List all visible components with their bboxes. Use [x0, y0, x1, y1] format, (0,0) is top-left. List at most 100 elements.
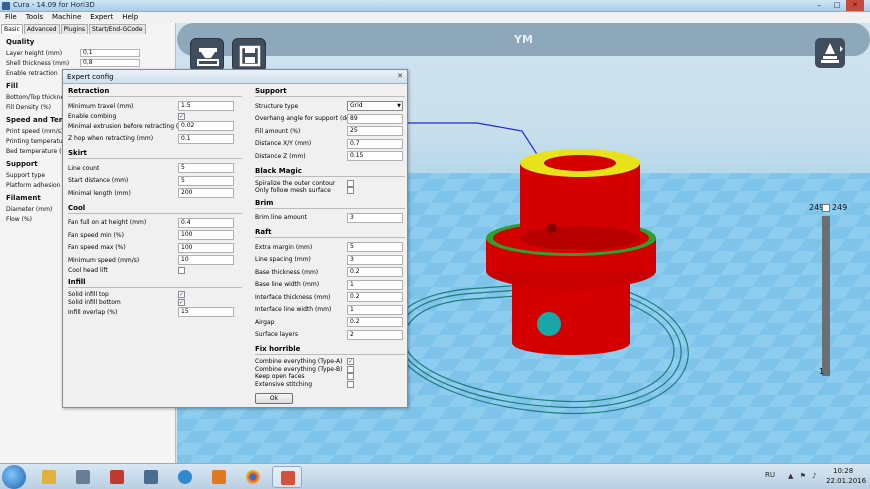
setting-label: Brim line amount	[255, 214, 307, 222]
extra-margin-input[interactable]: 5	[347, 242, 403, 253]
min-extrusion-input[interactable]: 0.02	[178, 121, 234, 132]
distance-xy-input[interactable]: 0,7	[347, 138, 403, 149]
maximize-button[interactable]: □	[828, 0, 846, 11]
layer-height-input[interactable]: 0,1	[80, 49, 140, 57]
close-window-button[interactable]: ✕	[846, 0, 864, 11]
setting-row: Combine everything (Type-A) ✓	[255, 358, 405, 366]
infill-overlap-input[interactable]: 15	[178, 307, 234, 318]
extensive-stitching-checkbox[interactable]	[347, 380, 354, 388]
setting-row: Base thickness (mm) 0.2	[255, 266, 405, 279]
setting-row: Distance X/Y (mm) 0,7	[255, 138, 405, 151]
spiralize-checkbox[interactable]	[347, 179, 354, 187]
setting-row: Brim line amount 3	[255, 212, 405, 225]
interface-line-width-input[interactable]: 1	[347, 304, 403, 315]
setting-label: Spiralize the outer contour	[255, 179, 336, 187]
section-fix-horrible: Fix horrible Combine everything (Type-A)…	[255, 344, 405, 388]
section-title: Support	[255, 86, 405, 97]
setting-row: Fan speed min (%) 100	[68, 229, 242, 242]
structure-type-value: Grid	[350, 102, 363, 110]
setting-label: Interface thickness (mm)	[255, 293, 331, 301]
only-mesh-surface-checkbox[interactable]	[347, 187, 354, 195]
language-indicator[interactable]: RU	[765, 471, 775, 479]
menu-help[interactable]: Help	[122, 12, 138, 23]
setting-row: Interface line width (mm) 1	[255, 304, 405, 317]
setting-label: Combine everything (Type-B)	[255, 365, 343, 373]
setting-row: Minimal extrusion before retracting (mm)…	[68, 120, 242, 133]
menu-expert[interactable]: Expert	[90, 12, 113, 23]
menu-file[interactable]: File	[5, 12, 17, 23]
setting-row: Surface layers 2	[255, 329, 405, 342]
taskbar-app-3[interactable]	[102, 466, 132, 488]
taskbar-app-5[interactable]	[170, 466, 200, 488]
setting-label: Overhang angle for support (deg)	[255, 115, 356, 123]
line-spacing-input[interactable]: 3	[347, 254, 403, 265]
start-button[interactable]	[2, 465, 26, 489]
surface-layers-input[interactable]: 2	[347, 329, 403, 340]
clock-time[interactable]: 10:28	[833, 467, 853, 475]
base-line-width-input[interactable]: 1	[347, 279, 403, 290]
solid-infill-bottom-checkbox[interactable]: ✓	[178, 298, 185, 306]
section-title: Infill	[68, 277, 242, 288]
setting-label: Fill amount (%)	[255, 127, 301, 135]
setting-row: Base line width (mm) 1	[255, 279, 405, 292]
menu-machine[interactable]: Machine	[52, 12, 81, 23]
distance-z-input[interactable]: 0.15	[347, 151, 403, 162]
taskbar-chrome[interactable]	[238, 466, 268, 488]
keep-open-faces-checkbox[interactable]	[347, 373, 354, 381]
fan-full-height-input[interactable]: 0.4	[178, 217, 234, 228]
taskbar-app-2[interactable]	[68, 466, 98, 488]
load-model-button[interactable]	[190, 38, 224, 72]
setting-label: Fan full on at height (mm)	[68, 219, 147, 227]
solid-infill-top-checkbox[interactable]: ✓	[178, 291, 185, 299]
airgap-input[interactable]: 0.2	[347, 317, 403, 328]
section-skirt: Skirt Line count 5 Start distance (mm) 5 M…	[68, 148, 242, 200]
setting-row: Line count 5	[68, 162, 242, 175]
clock-date[interactable]: 22.01.2016	[826, 477, 866, 485]
tab-advanced[interactable]: Advanced	[23, 24, 60, 34]
taskbar-app-6[interactable]	[204, 466, 234, 488]
setting-label: Keep open faces	[255, 373, 305, 381]
setting-row: Extra margin (mm) 5	[255, 241, 405, 254]
taskbar-cura[interactable]	[272, 466, 302, 488]
cool-head-lift-checkbox[interactable]	[178, 266, 185, 274]
brim-line-amount-input[interactable]: 3	[347, 212, 403, 223]
skirt-line-count-input[interactable]: 5	[178, 163, 234, 174]
min-travel-input[interactable]: 1.5	[178, 101, 234, 112]
z-hop-input[interactable]: 0.1	[178, 133, 234, 144]
interface-thickness-input[interactable]: 0.2	[347, 292, 403, 303]
enable-combing-checkbox[interactable]: ✓	[178, 112, 185, 120]
section-cool: Cool Fan full on at height (mm) 0.4 Fan s…	[68, 203, 242, 275]
skirt-start-distance-input[interactable]: 5	[178, 175, 234, 186]
shell-thickness-input[interactable]: 0,8	[80, 59, 140, 67]
section-title: Black Magic	[255, 166, 405, 177]
menu-tools[interactable]: Tools	[26, 12, 43, 23]
layer-slider[interactable]	[822, 216, 830, 376]
dialog-close-icon[interactable]: ✕	[395, 72, 405, 81]
combine-type-b-checkbox[interactable]	[347, 365, 354, 373]
ok-button[interactable]: Ok	[255, 393, 293, 404]
view-mode-button[interactable]	[815, 38, 845, 68]
fan-speed-max-input[interactable]: 100	[178, 242, 234, 253]
tab-plugins[interactable]: Plugins	[60, 24, 89, 34]
layer-slider-handle[interactable]	[822, 204, 830, 212]
taskbar-explorer[interactable]	[34, 466, 64, 488]
system-tray-icons[interactable]: ▲ ⚑ ♪	[788, 472, 819, 480]
tab-basic[interactable]: Basic	[1, 24, 23, 34]
fill-amount-input[interactable]: 25	[347, 126, 403, 137]
structure-type-select[interactable]: Grid ▼	[347, 101, 403, 112]
base-thickness-input[interactable]: 0.2	[347, 267, 403, 278]
setting-label: Minimal extrusion before retracting (mm)	[68, 122, 193, 130]
setting-label: Line count	[68, 164, 100, 172]
combine-type-a-checkbox[interactable]: ✓	[347, 358, 354, 366]
save-toolpath-button[interactable]	[232, 38, 266, 72]
overhang-angle-input[interactable]: 89	[347, 113, 403, 124]
section-black-magic: Black Magic Spiralize the outer contour …	[255, 166, 405, 195]
skirt-min-length-input[interactable]: 200	[178, 188, 234, 199]
section-brim: Brim Brim line amount 3	[255, 198, 405, 225]
fan-speed-min-input[interactable]: 100	[178, 230, 234, 241]
model-small-hole	[547, 223, 557, 233]
minimize-button[interactable]: –	[810, 0, 828, 11]
tab-start-end-gcode[interactable]: Start/End-GCode	[89, 24, 146, 34]
taskbar-app-4[interactable]	[136, 466, 166, 488]
minimum-speed-input[interactable]: 10	[178, 255, 234, 266]
